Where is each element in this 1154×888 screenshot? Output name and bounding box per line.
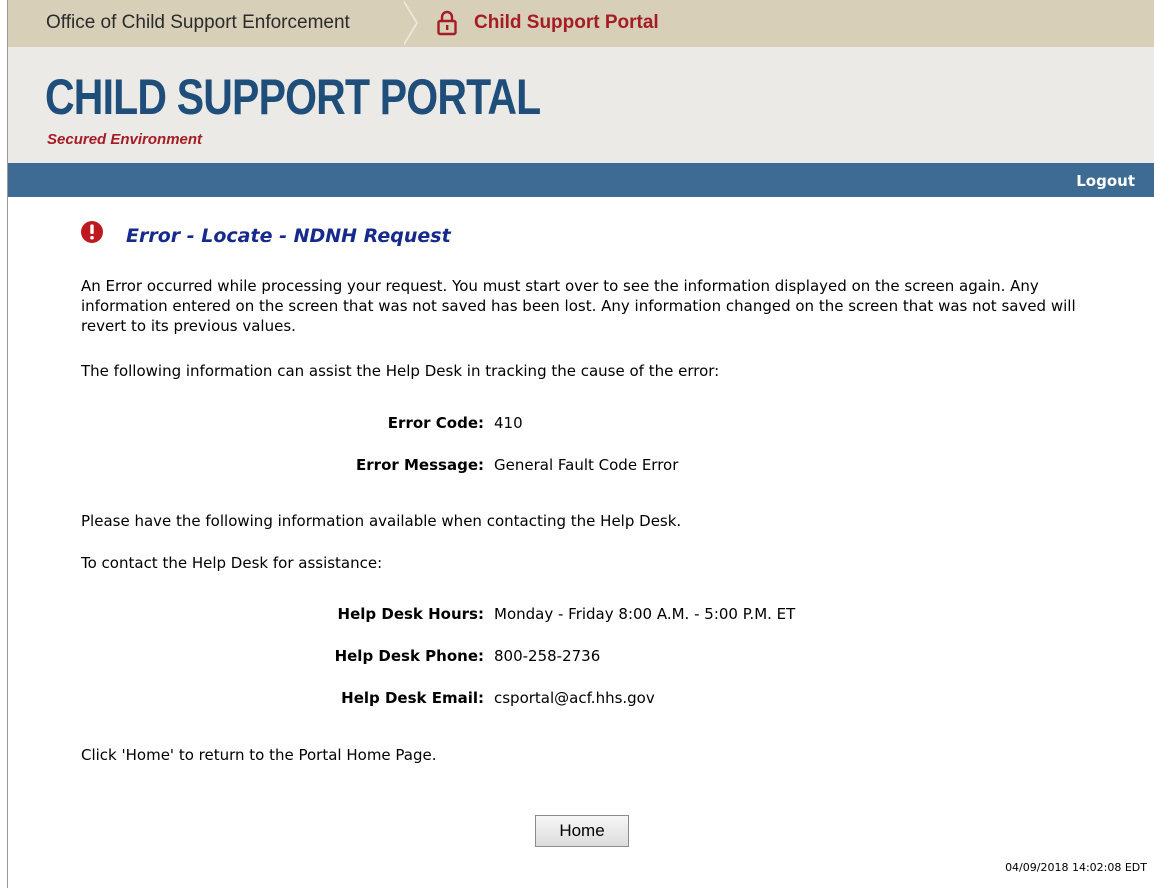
helpdesk-phone-value: 800-258-2736 xyxy=(494,647,601,665)
breadcrumb-office-link[interactable]: Office of Child Support Enforcement xyxy=(8,0,410,47)
breadcrumb-portal-link[interactable]: Child Support Portal xyxy=(436,0,659,47)
helpdesk-email-value: csportal@acf.hhs.gov xyxy=(494,689,655,707)
error-code-value: 410 xyxy=(494,414,523,432)
helpdesk-email-label: Help Desk Email: xyxy=(341,689,484,707)
helpdesk-available-text: Please have the following information av… xyxy=(81,512,682,530)
helpdesk-email-row: Help Desk Email: csportal@acf.hhs.gov xyxy=(8,689,1154,711)
error-title: Error - Locate - NDNH Request xyxy=(126,225,451,247)
breadcrumb-separator-fill xyxy=(402,0,416,46)
timestamp: 04/09/2018 14:02:08 EDT xyxy=(1005,861,1147,874)
helpdesk-contact-text: To contact the Help Desk for assistance: xyxy=(81,554,383,572)
error-code-row: Error Code: 410 xyxy=(8,414,1154,436)
helpdesk-phone-row: Help Desk Phone: 800-258-2736 xyxy=(8,647,1154,669)
helpdesk-phone-label: Help Desk Phone: xyxy=(334,647,484,665)
error-code-label: Error Code: xyxy=(387,414,484,432)
breadcrumb-office-label: Office of Child Support Enforcement xyxy=(46,11,350,33)
home-button[interactable]: Home xyxy=(535,815,629,847)
portal-subtitle: Secured Environment xyxy=(47,131,203,148)
error-message-value: General Fault Code Error xyxy=(494,456,679,474)
breadcrumb: Office of Child Support Enforcement Chil… xyxy=(8,0,1154,47)
breadcrumb-portal-label: Child Support Portal xyxy=(474,11,659,33)
error-icon xyxy=(81,221,103,243)
logout-link[interactable]: Logout xyxy=(1076,172,1135,190)
nav-bar: Logout xyxy=(8,163,1154,197)
error-intro-text: An Error occurred while processing your … xyxy=(81,277,1076,335)
lock-icon xyxy=(437,10,457,35)
helpdesk-hours-row: Help Desk Hours: Monday - Friday 8:00 A.… xyxy=(8,605,1154,627)
portal-banner: CHILD SUPPORT PORTAL Secured Environment xyxy=(8,47,1154,163)
helpdesk-hours-value: Monday - Friday 8:00 A.M. - 5:00 P.M. ET xyxy=(494,605,796,623)
error-assist-text: The following information can assist the… xyxy=(81,362,720,380)
error-message-label: Error Message: xyxy=(356,456,484,474)
portal-title: CHILD SUPPORT PORTAL xyxy=(45,69,541,125)
helpdesk-hours-label: Help Desk Hours: xyxy=(337,605,484,623)
home-instruction-text: Click 'Home' to return to the Portal Hom… xyxy=(81,746,437,764)
page-frame: Office of Child Support Enforcement Chil… xyxy=(7,0,1154,888)
error-message-row: Error Message: General Fault Code Error xyxy=(8,456,1154,478)
